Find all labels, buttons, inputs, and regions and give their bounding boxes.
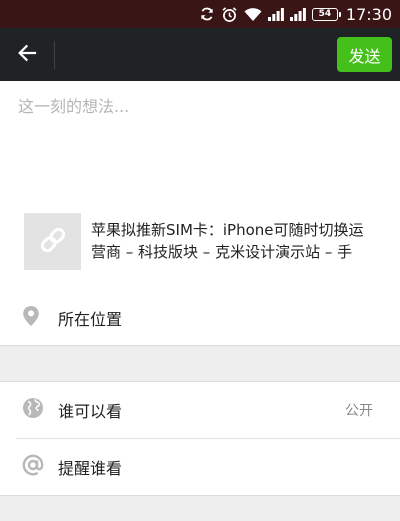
battery-icon: 54 (311, 7, 341, 21)
at-sign-icon (22, 454, 44, 480)
arrow-left-icon (17, 43, 37, 67)
mention-label: 提醒谁看 (58, 459, 123, 478)
link-thumbnail (24, 213, 81, 270)
location-row[interactable]: 所在位置 (0, 290, 400, 346)
thought-input[interactable] (18, 93, 378, 193)
mention-row[interactable]: 提醒谁看 (0, 439, 400, 495)
location-pin-icon (22, 305, 40, 331)
battery-level: 54 (318, 8, 332, 19)
signal-icon (267, 7, 284, 21)
back-button[interactable] (0, 28, 54, 81)
globe-icon (22, 397, 44, 423)
visibility-row[interactable]: 谁可以看 公开 (0, 382, 400, 438)
app-bar: 发送 (0, 28, 400, 81)
status-time: 17:30 (345, 4, 392, 24)
visibility-value: 公开 (345, 403, 373, 419)
status-bar: 54 17:30 (0, 0, 400, 28)
link-title: 苹果拟推新SIM卡：iPhone可随时切换运营商 – 科技版块 – 克米设计演示… (91, 221, 364, 261)
app-bar-divider (54, 40, 55, 69)
alarm-icon (221, 6, 238, 23)
sync-icon (199, 6, 215, 22)
shared-link-card[interactable]: 苹果拟推新SIM卡：iPhone可随时切换运营商 – 科技版块 – 克米设计演示… (24, 213, 378, 270)
compose-area (0, 81, 400, 213)
wifi-icon (244, 7, 262, 22)
location-label: 所在位置 (58, 310, 123, 329)
send-button[interactable]: 发送 (337, 37, 392, 72)
visibility-label: 谁可以看 (58, 402, 123, 421)
section-gap (0, 346, 400, 381)
link-icon (36, 223, 70, 261)
section-gap (0, 496, 400, 521)
signal-icon (289, 7, 306, 21)
